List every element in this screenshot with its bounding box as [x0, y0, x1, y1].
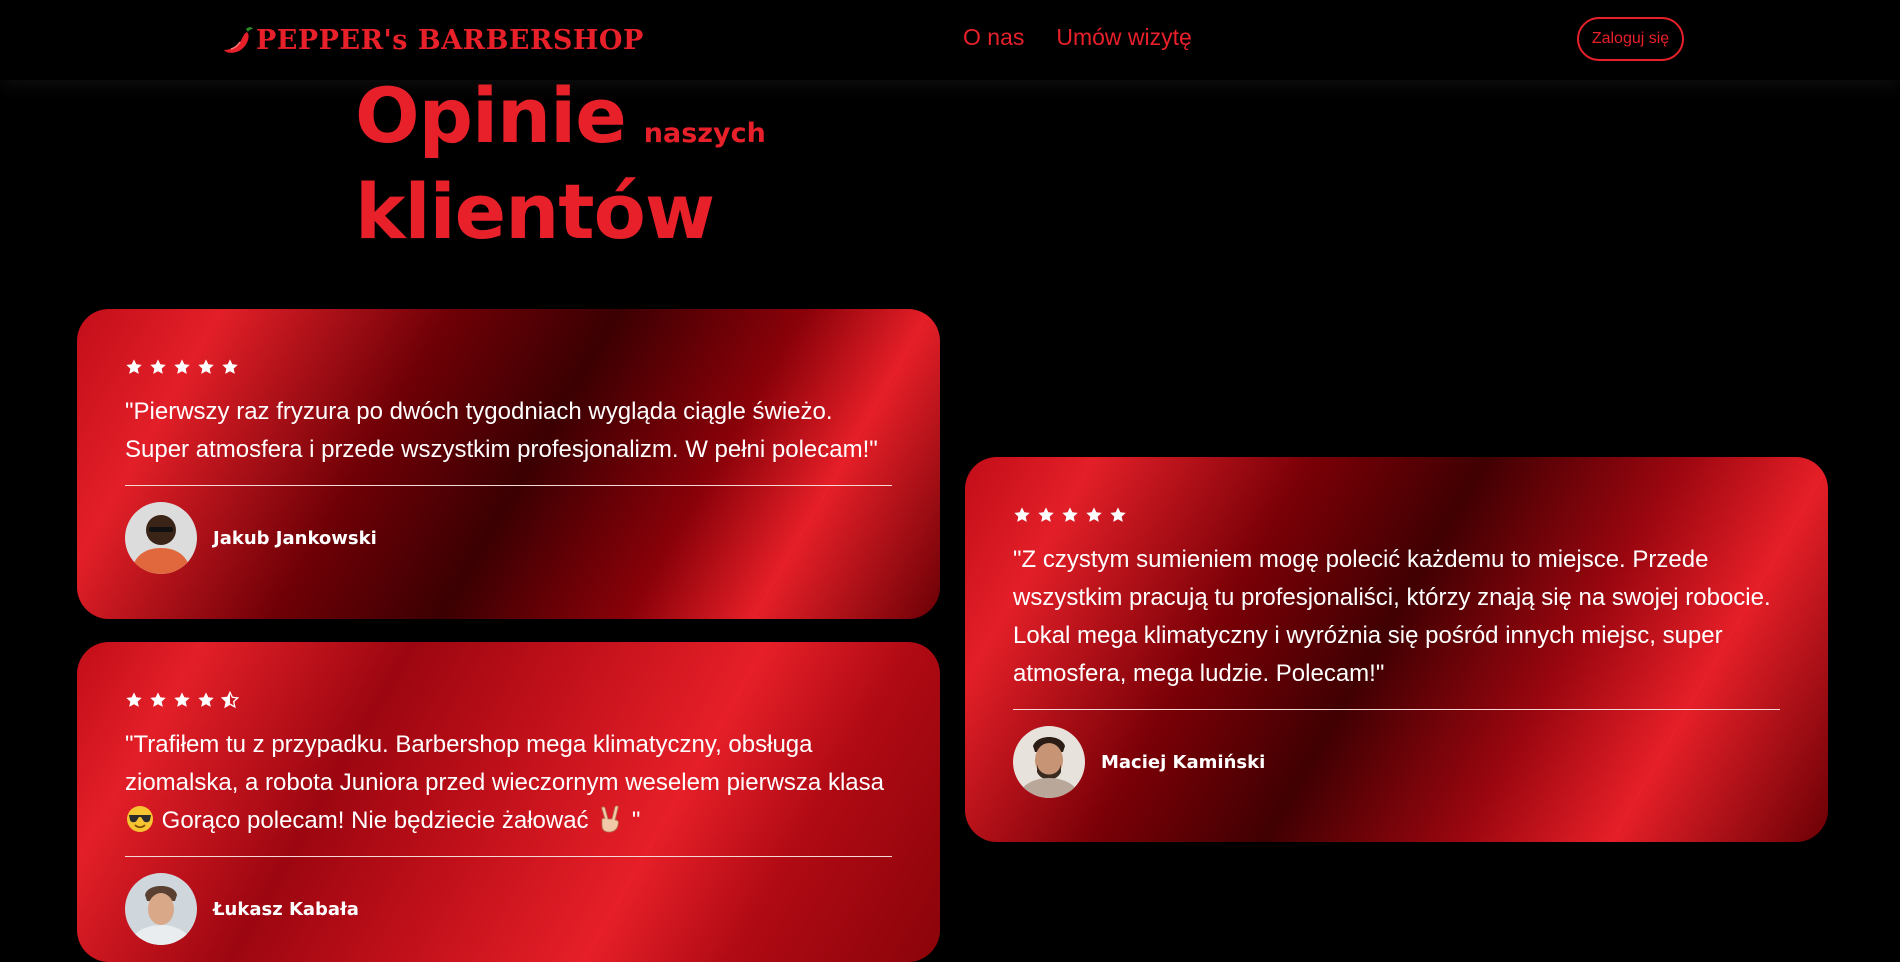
sunglasses-emoji-icon: [127, 806, 153, 832]
star-icon: [197, 691, 215, 709]
review-card: "Trafiłem tu z przypadku. Barbershop meg…: [77, 642, 940, 962]
star-rating: [1013, 505, 1780, 525]
quote-text-part-1: "Trafiłem tu z przypadku. Barbershop meg…: [125, 731, 884, 796]
section-title: Opinie naszych klientów: [355, 78, 766, 250]
title-word-klientow: klientów: [355, 167, 715, 256]
star-rating: [125, 357, 892, 377]
quote-text-part-3: ": [625, 807, 641, 834]
star-icon: [173, 691, 191, 709]
author-name: Maciej Kamiński: [1101, 751, 1266, 773]
nav-link-book-visit[interactable]: Umów wizytę: [1056, 24, 1191, 51]
divider: [125, 856, 892, 857]
chili-pepper-icon: [224, 27, 253, 53]
author-name: Jakub Jankowski: [213, 527, 377, 549]
star-icon: [1109, 506, 1127, 524]
star-icon: [1085, 506, 1103, 524]
nav-link-about[interactable]: O nas: [963, 24, 1024, 51]
review-card: "Z czystym sumieniem mogę polecić każdem…: [965, 457, 1828, 842]
author-name: Łukasz Kabała: [213, 898, 359, 920]
review-card: "Pierwszy raz fryzura po dwóch tygodniac…: [77, 309, 940, 619]
star-icon: [125, 691, 143, 709]
navbar: PEPPER's BARBERSHOP O nas Umów wizytę Za…: [0, 0, 1900, 80]
star-icon: [125, 358, 143, 376]
review-quote: "Trafiłem tu z przypadku. Barbershop meg…: [125, 726, 892, 840]
star-icon: [1037, 506, 1055, 524]
star-icon: [149, 691, 167, 709]
review-quote: "Z czystym sumieniem mogę polecić każdem…: [1013, 546, 1771, 687]
star-icon: [1061, 506, 1079, 524]
avatar: [1013, 726, 1085, 798]
quote-text-part-2: Gorąco polecam! Nie będziecie żałować: [155, 807, 596, 834]
victory-hand-emoji-icon: [601, 805, 619, 833]
star-half-icon: [221, 691, 239, 709]
nav-links: O nas Umów wizytę: [963, 24, 1192, 51]
review-author: Jakub Jankowski: [125, 502, 892, 574]
avatar: [125, 502, 197, 574]
title-word-naszych: naszych: [643, 118, 766, 149]
star-icon: [221, 358, 239, 376]
star-icon: [197, 358, 215, 376]
star-icon: [173, 358, 191, 376]
star-icon: [1013, 506, 1031, 524]
review-quote: "Pierwszy raz fryzura po dwóch tygodniac…: [125, 398, 878, 463]
title-word-opinie: Opinie: [355, 71, 627, 160]
star-icon: [149, 358, 167, 376]
divider: [1013, 709, 1780, 710]
login-button[interactable]: Zaloguj się: [1577, 17, 1684, 61]
review-author: Łukasz Kabała: [125, 873, 892, 945]
star-rating: [125, 690, 892, 710]
review-author: Maciej Kamiński: [1013, 726, 1780, 798]
logo[interactable]: PEPPER's BARBERSHOP: [222, 22, 644, 58]
logo-text: PEPPER's BARBERSHOP: [256, 24, 644, 56]
avatar: [125, 873, 197, 945]
divider: [125, 485, 892, 486]
